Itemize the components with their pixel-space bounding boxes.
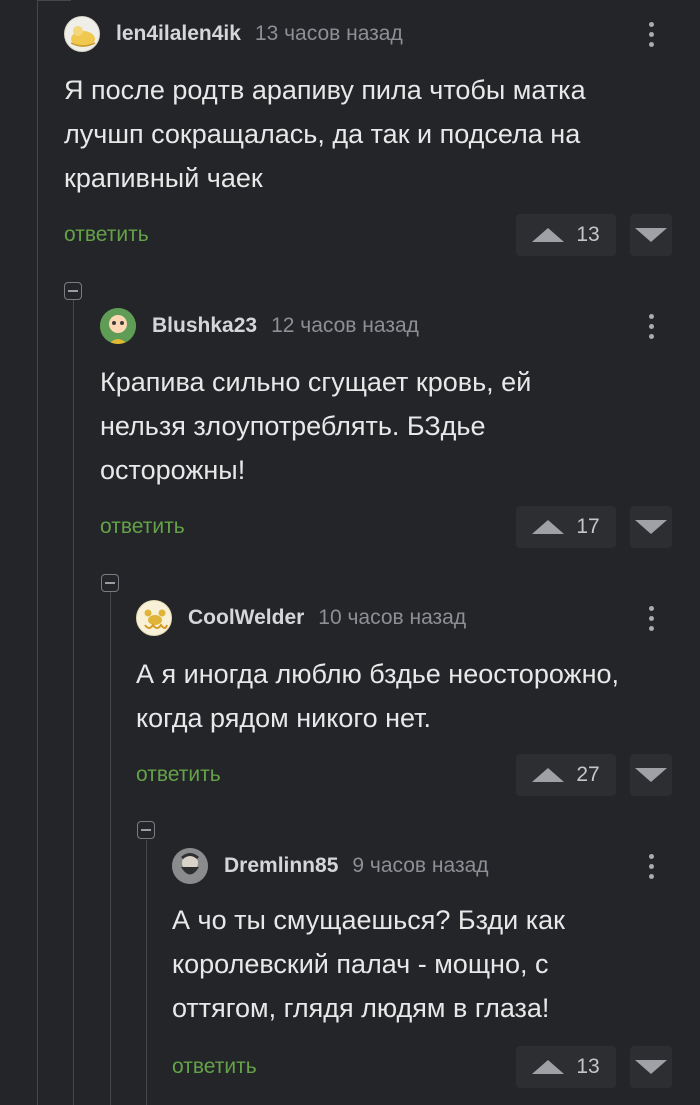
comment: Dremlinn85 9 часов назад А чо ты смущаеш… [172,846,700,1096]
comment-score: 13 [576,1055,600,1078]
comment-line: нельзя злоупотреблять. БЗдье [100,411,486,441]
reply-link[interactable]: ответить [100,515,185,539]
comment-text: Крапива сильно сгущает кровь, ей нельзя … [100,360,531,492]
comment-time: 10 часов назад [318,606,467,629]
username[interactable]: Blushka23 [152,314,257,338]
triangle-up-icon [532,520,565,534]
comment-text: А я иногда люблю бздье неосторожно, когд… [136,652,619,740]
comment: len4ilalen4ik 13 часов назад Я после род… [64,14,700,264]
comment-header: len4ilalen4ik 13 часов назад [64,14,403,54]
triangle-up-icon [532,1060,565,1074]
collapse-thread-button[interactable] [64,282,82,300]
triangle-down-icon [635,768,667,782]
upvote-button[interactable]: 27 [516,754,616,796]
avatar[interactable] [100,308,136,344]
collapse-thread-button[interactable] [101,574,119,592]
triangle-down-icon [635,1060,667,1074]
triangle-down-icon [635,520,667,534]
comment-line: оттягом, глядя людям в глаза! [172,993,550,1023]
comment-score: 13 [576,223,600,246]
comment-score: 17 [576,515,600,538]
reply-link[interactable]: ответить [172,1055,257,1079]
downvote-button[interactable] [630,754,672,796]
comment-text: А чо ты смущаешься? Бзди как королевский… [172,898,565,1030]
more-vertical-icon[interactable] [644,16,658,52]
thread-line [37,0,71,1]
thread-line [110,592,111,1105]
triangle-up-icon [532,228,565,242]
thread-line [73,300,74,1105]
comment-line: А я иногда люблю бздье неосторожно, [136,659,620,689]
comment-text: Я после родтв арапиву пила чтобы матка л… [64,68,586,200]
comment-header: Blushka23 12 часов назад [100,306,419,346]
comment-line: крапивный чаек [64,163,263,193]
comment: Blushka23 12 часов назад Крапива сильно … [100,306,700,556]
comment-header: CoolWelder 10 часов назад [136,598,466,638]
flying-spaghetti-icon [144,609,168,629]
comment-header: Dremlinn85 9 часов назад [172,846,489,886]
upvote-button[interactable]: 17 [516,506,616,548]
username[interactable]: CoolWelder [188,606,304,630]
downvote-button[interactable] [630,214,672,256]
comment-score: 27 [576,763,600,786]
collapse-thread-button[interactable] [137,821,155,839]
comment: CoolWelder 10 часов назад А я иногда люб… [136,598,700,808]
reply-link[interactable]: ответить [64,223,149,247]
comment-line: королевский палач - мощно, с [172,949,549,979]
bearded-man-icon [172,848,208,884]
more-vertical-icon[interactable] [644,848,658,884]
username[interactable]: len4ilalen4ik [116,22,241,46]
downvote-button[interactable] [630,1046,672,1088]
comment-line: Крапива сильно сгущает кровь, ей [100,367,532,397]
comment-line: А чо ты смущаешься? Бзди как [172,905,565,935]
triangle-down-icon [635,228,667,242]
comment-line: лучшп сокращалась, да так и подсела на [64,119,581,149]
comment-time: 9 часов назад [352,854,489,877]
comment-time: 13 часов назад [254,22,403,45]
username[interactable]: Dremlinn85 [224,854,338,878]
reply-link[interactable]: ответить [136,763,221,787]
upvote-button[interactable]: 13 [516,214,616,256]
more-vertical-icon[interactable] [644,600,658,636]
comment-time: 12 часов назад [271,314,419,337]
thread-line [37,0,38,1105]
upvote-button[interactable]: 13 [516,1046,616,1088]
more-vertical-icon[interactable] [644,308,658,344]
comment-line: когда рядом никого нет. [136,703,432,733]
avatar[interactable] [172,848,208,884]
triangle-up-icon [532,768,565,782]
thread-line [146,840,147,1105]
comment-line: Я после родтв арапиву пила чтобы матка [64,75,586,105]
avatar[interactable] [136,600,172,636]
comment-line: осторожны! [100,455,246,485]
yellow-drawing-icon [70,26,96,47]
avatar[interactable] [64,16,100,52]
downvote-button[interactable] [630,506,672,548]
cartoon-character-icon [100,308,136,344]
